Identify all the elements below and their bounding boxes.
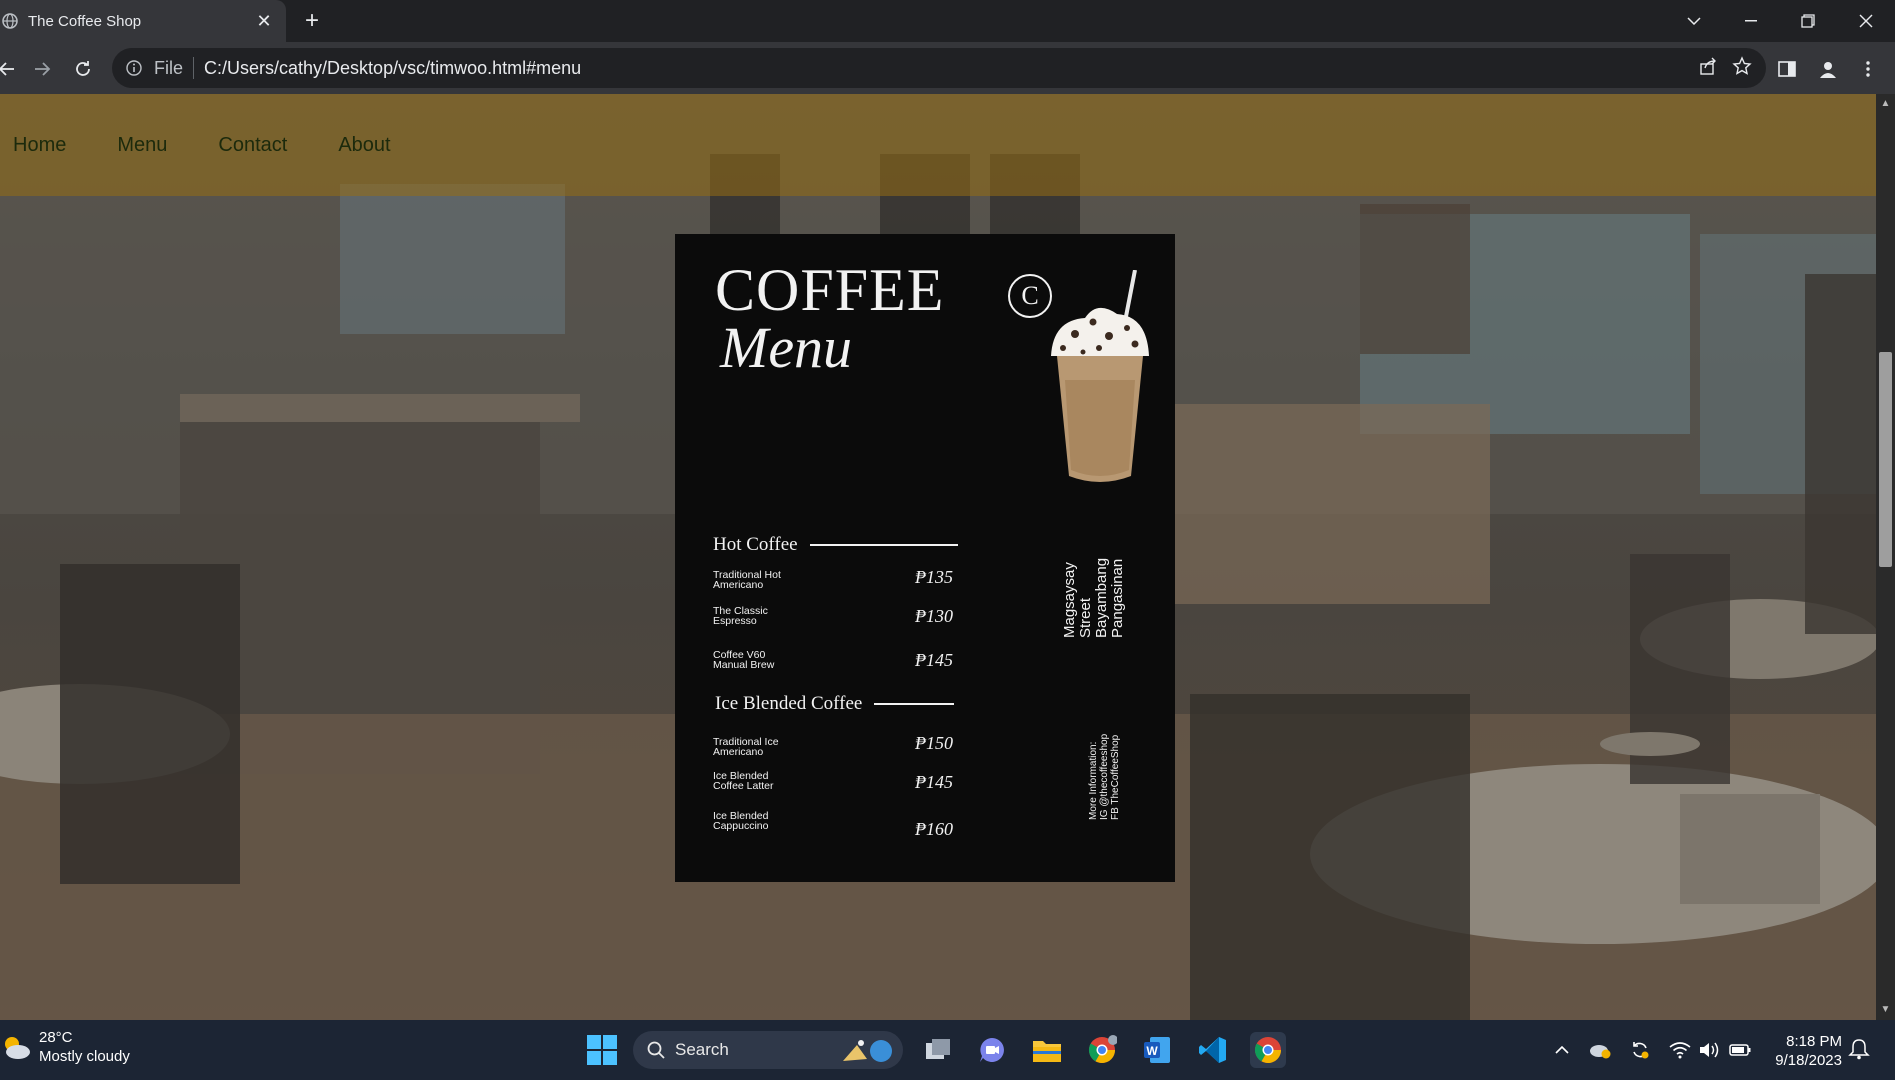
minimize-window-icon[interactable] (1731, 6, 1771, 36)
onedrive-warning-icon[interactable] (1588, 1038, 1612, 1062)
nav-link-menu[interactable]: Menu (117, 134, 167, 157)
weather-widget[interactable]: 28°C Mostly cloudy (0, 1028, 130, 1066)
scroll-up-arrow-icon[interactable]: ▲ (1880, 98, 1891, 109)
word-icon[interactable]: W (1139, 1032, 1175, 1068)
menu-item-price: ₱145 (915, 772, 953, 792)
site-navbar: Home Menu Contact About (0, 94, 1876, 196)
vscode-icon[interactable] (1195, 1032, 1231, 1068)
taskbar-search-box[interactable]: Search (633, 1031, 903, 1069)
file-explorer-icon[interactable] (1029, 1032, 1065, 1068)
address-scheme: File (154, 57, 184, 78)
wifi-icon[interactable] (1668, 1038, 1692, 1062)
section-heading-hot-coffee: Hot Coffee (713, 534, 958, 556)
globe-icon (2, 13, 18, 29)
task-view-icon[interactable] (920, 1032, 956, 1068)
new-tab-button[interactable]: + (298, 7, 326, 35)
menu-item-name: Coffee V60 Manual Brew (713, 649, 775, 671)
scrollbar-thumb[interactable] (1879, 352, 1892, 567)
browser-tab[interactable]: The Coffee Shop ✕ (0, 0, 286, 42)
more-menu-icon[interactable] (1853, 54, 1883, 84)
profile-icon[interactable] (1813, 54, 1843, 84)
windows-start-icon[interactable] (586, 1034, 618, 1066)
notification-bell-icon[interactable] (1848, 1038, 1872, 1062)
reload-icon[interactable] (68, 54, 98, 84)
section-divider (874, 703, 955, 705)
show-hidden-icons-chevron-icon[interactable] (1550, 1038, 1574, 1062)
share-icon[interactable] (1698, 56, 1718, 81)
scroll-down-arrow-icon[interactable]: ▼ (1880, 1004, 1891, 1015)
chrome-profile-icon[interactable] (1084, 1032, 1120, 1068)
chat-app-icon[interactable] (974, 1032, 1010, 1068)
chrome-active-icon[interactable] (1250, 1032, 1286, 1068)
svg-text:W: W (1146, 1044, 1158, 1058)
nav-link-contact[interactable]: Contact (218, 134, 287, 157)
menu-item-price: ₱145 (915, 650, 953, 670)
volume-icon[interactable] (1698, 1038, 1722, 1062)
menu-item-name: Traditional Hot Americano (713, 569, 781, 591)
forward-arrow-icon[interactable] (27, 54, 57, 84)
menu-item-price: ₱135 (915, 567, 953, 587)
back-arrow-icon[interactable] (0, 54, 22, 84)
side-panel-icon[interactable] (1772, 54, 1802, 84)
taskbar-clock[interactable]: 8:18 PM 9/18/2023 (1760, 1032, 1842, 1070)
close-tab-icon[interactable]: ✕ (250, 7, 278, 35)
nav-link-about[interactable]: About (338, 134, 390, 157)
battery-icon[interactable] (1728, 1038, 1752, 1062)
section-heading-ice-blended-coffee: Ice Blended Coffee (715, 693, 955, 715)
cloudy-weather-icon (0, 1030, 34, 1064)
clock-date: 9/18/2023 (1775, 1052, 1842, 1069)
search-highlight-icon (839, 1035, 895, 1070)
menu-item-name: Ice Blended Coffee Latter (713, 770, 774, 792)
coffee-menu-card: COFFEE Menu C Hot Coffee Traditional Hot… (675, 234, 1175, 882)
close-window-icon[interactable] (1846, 6, 1886, 36)
browser-toolbar: File C:/Users/cathy/Desktop/vsc/timwoo.h… (0, 42, 1895, 94)
windows-taskbar: 28°C Mostly cloudy Search W 8:18 PM 9/18… (0, 1020, 1895, 1080)
tab-title: The Coffee Shop (28, 12, 142, 30)
section-heading-text: Ice Blended Coffee (715, 693, 863, 714)
browser-tab-strip: The Coffee Shop ✕ + (0, 0, 1895, 42)
search-icon (647, 1041, 665, 1059)
menu-item-name: Traditional Ice Americano (713, 736, 779, 758)
weather-condition: Mostly cloudy (39, 1048, 130, 1065)
section-divider (809, 544, 958, 546)
page-viewport: Home Menu Contact About COFFEE Menu C Ho… (0, 94, 1876, 1020)
clock-time: 8:18 PM (1786, 1033, 1842, 1050)
tab-search-chevron-icon[interactable] (1674, 6, 1714, 36)
shop-address: Magsaysay Street Bayambang Pangasinan (1061, 557, 1126, 638)
menu-item-name: Ice Blended Cappuccino (713, 810, 769, 832)
menu-subtitle: Menu (720, 315, 853, 380)
menu-item-price: ₱160 (915, 819, 953, 839)
weather-temperature: 28°C (39, 1029, 73, 1046)
search-label: Search (675, 1040, 729, 1059)
info-icon[interactable] (124, 58, 144, 78)
menu-item-price: ₱150 (915, 733, 953, 753)
sync-icon[interactable] (1628, 1038, 1652, 1062)
page-scrollbar[interactable]: ▲ ▼ (1876, 94, 1895, 1020)
more-information: More Information: IG @thecoffeeshop FB T… (1088, 733, 1121, 820)
menu-title: COFFEE (715, 257, 945, 323)
menu-item-name: The Classic Espresso (713, 605, 768, 627)
restore-window-icon[interactable] (1788, 6, 1828, 36)
bookmark-star-icon[interactable] (1732, 56, 1752, 81)
address-separator (193, 57, 195, 79)
iced-coffee-image (1035, 269, 1165, 490)
address-url[interactable]: C:/Users/cathy/Desktop/vsc/timwoo.html#m… (204, 58, 581, 79)
section-heading-text: Hot Coffee (713, 534, 798, 555)
menu-item-price: ₱130 (915, 606, 953, 626)
address-bar[interactable]: File C:/Users/cathy/Desktop/vsc/timwoo.h… (112, 48, 1766, 88)
nav-link-home[interactable]: Home (13, 134, 66, 157)
